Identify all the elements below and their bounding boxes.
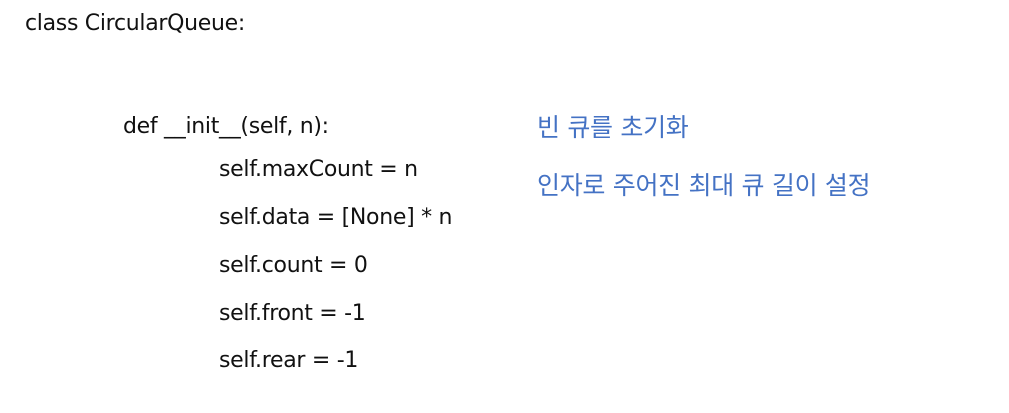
annotation-initialize-empty-queue: 빈 큐를 초기화 [537,113,689,142]
code-line-rear: self.rear = -1 [219,348,359,373]
class-declaration: class CircularQueue: [25,11,246,36]
code-line-maxcount: self.maxCount = n [219,157,418,182]
annotation-set-max-length: 인자로 주어진 최대 큐 길이 설정 [537,171,871,200]
code-line-count: self.count = 0 [219,253,368,278]
code-line-front: self.front = -1 [219,301,366,326]
code-slide: class CircularQueue: def __init__(self, … [0,0,1009,413]
init-method-declaration: def __init__(self, n): [123,114,329,139]
code-line-data: self.data = [None] * n [219,205,453,230]
